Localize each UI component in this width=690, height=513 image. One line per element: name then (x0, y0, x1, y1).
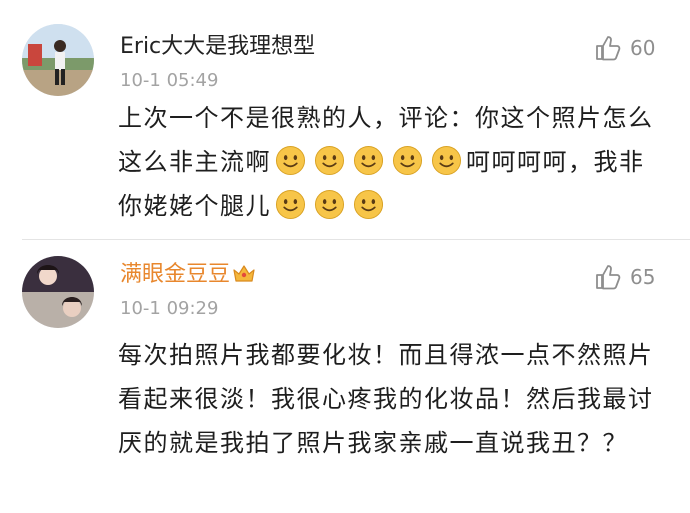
smile-emoji-icon (431, 145, 462, 176)
smile-emoji-icon (353, 145, 384, 176)
comment-item: 满眼金豆豆 10-1 09:29 65 每次拍照片我都要化妆！而且得浓一点不然照… (0, 240, 690, 513)
thumbs-up-icon (594, 34, 622, 62)
comment-username[interactable]: Eric大大是我理想型 (120, 33, 315, 61)
smile-emoji-icon (314, 145, 345, 176)
like-count: 60 (630, 36, 656, 60)
like-button[interactable]: 65 (594, 262, 655, 292)
smile-emoji-icon (353, 189, 384, 220)
emoji-group (271, 189, 388, 220)
comment-timestamp: 10-1 09:29 (120, 298, 219, 319)
username-text: 满眼金豆豆 (120, 262, 231, 287)
smile-emoji-icon (314, 189, 345, 220)
smile-emoji-icon (275, 145, 306, 176)
avatar-photo (22, 24, 94, 96)
emoji-group (271, 145, 466, 176)
like-count: 65 (630, 265, 656, 289)
comment-timestamp: 10-1 05:49 (120, 70, 219, 91)
comment-username[interactable]: 满眼金豆豆 (120, 261, 256, 289)
comment-text: 每次拍照片我都要化妆！而且得浓一点不然照片看起来很淡！我很心疼我的化妆品！然后我… (118, 341, 654, 457)
avatar[interactable] (22, 24, 94, 96)
avatar-photo (22, 256, 94, 328)
avatar[interactable] (22, 256, 94, 328)
thumbs-up-icon (594, 263, 622, 291)
smile-emoji-icon (392, 145, 423, 176)
smile-emoji-icon (275, 189, 306, 220)
comment-text: 上次一个不是很熟的人，评论：你这个照片怎么这么非主流啊 呵呵呵呵，我非你姥姥个腿儿 (118, 96, 658, 228)
comment-item: Eric大大是我理想型 10-1 05:49 60 上次一个不是很熟的人，评论：… (0, 0, 690, 240)
crown-icon (232, 262, 256, 284)
like-button[interactable]: 60 (594, 33, 655, 63)
